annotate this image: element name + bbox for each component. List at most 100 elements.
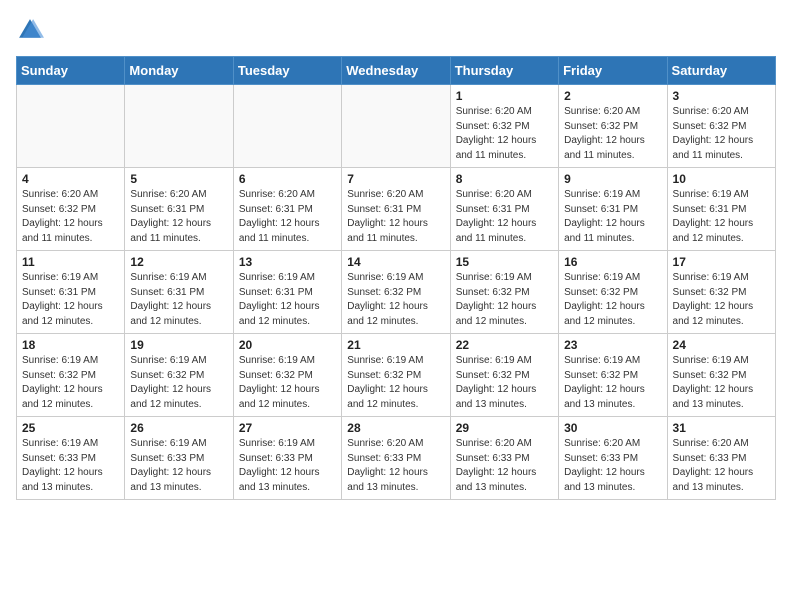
calendar-cell: 7 Sunrise: 6:20 AM Sunset: 6:31 PM Daylig…: [342, 168, 450, 251]
calendar-cell: 4 Sunrise: 6:20 AM Sunset: 6:32 PM Daylig…: [17, 168, 125, 251]
calendar-cell: 30 Sunrise: 6:20 AM Sunset: 6:33 PM Dayli…: [559, 417, 667, 500]
day-number: 18: [22, 338, 119, 352]
day-info: Sunrise: 6:19 AM Sunset: 6:31 PM Dayligh…: [130, 271, 227, 329]
calendar-week-row: 25 Sunrise: 6:19 AM Sunset: 6:33 PM Dayli…: [17, 417, 776, 500]
day-info: Sunrise: 6:19 AM Sunset: 6:32 PM Dayligh…: [564, 354, 661, 412]
day-info: Sunrise: 6:20 AM Sunset: 6:31 PM Dayligh…: [347, 188, 444, 246]
calendar-cell: 27Sunrise: 6:19 AM Sunset: 6:33 PM Dayli…: [233, 417, 341, 500]
calendar-cell: 12 Sunrise: 6:19 AM Sunset: 6:31 PM Dayli…: [125, 251, 233, 334]
page-header: [16, 16, 776, 44]
day-number: 15: [456, 255, 553, 269]
day-info: Sunrise: 6:19 AM Sunset: 6:32 PM Dayligh…: [22, 354, 119, 412]
calendar-cell: [233, 85, 341, 168]
calendar-cell: 16Sunrise: 6:19 AM Sunset: 6:32 PM Dayli…: [559, 251, 667, 334]
calendar-cell: 13Sunrise: 6:19 AM Sunset: 6:31 PM Dayli…: [233, 251, 341, 334]
day-number: 3: [673, 89, 770, 103]
day-number: 5: [130, 172, 227, 186]
calendar-week-row: 11 Sunrise: 6:19 AM Sunset: 6:31 PM Dayli…: [17, 251, 776, 334]
calendar-day-header: Wednesday: [342, 57, 450, 85]
day-number: 4: [22, 172, 119, 186]
day-number: 1: [456, 89, 553, 103]
day-info: Sunrise: 6:19 AM Sunset: 6:31 PM Dayligh…: [564, 188, 661, 246]
calendar-cell: 8 Sunrise: 6:20 AM Sunset: 6:31 PM Daylig…: [450, 168, 558, 251]
calendar-table: SundayMondayTuesdayWednesdayThursdayFrid…: [16, 56, 776, 500]
day-number: 26: [130, 421, 227, 435]
day-number: 31: [673, 421, 770, 435]
calendar-header-row: SundayMondayTuesdayWednesdayThursdayFrid…: [17, 57, 776, 85]
day-info: Sunrise: 6:20 AM Sunset: 6:32 PM Dayligh…: [673, 105, 770, 163]
day-info: Sunrise: 6:20 AM Sunset: 6:32 PM Dayligh…: [564, 105, 661, 163]
calendar-cell: [342, 85, 450, 168]
calendar-body: 1 Sunrise: 6:20 AM Sunset: 6:32 PM Daylig…: [17, 85, 776, 500]
calendar-cell: 11 Sunrise: 6:19 AM Sunset: 6:31 PM Dayli…: [17, 251, 125, 334]
calendar-cell: 9 Sunrise: 6:19 AM Sunset: 6:31 PM Daylig…: [559, 168, 667, 251]
calendar-cell: 28 Sunrise: 6:20 AM Sunset: 6:33 PM Dayli…: [342, 417, 450, 500]
day-info: Sunrise: 6:20 AM Sunset: 6:31 PM Dayligh…: [456, 188, 553, 246]
day-number: 29: [456, 421, 553, 435]
day-info: Sunrise: 6:19 AM Sunset: 6:32 PM Dayligh…: [456, 354, 553, 412]
calendar-cell: [125, 85, 233, 168]
day-number: 14: [347, 255, 444, 269]
day-info: Sunrise: 6:19 AM Sunset: 6:31 PM Dayligh…: [239, 271, 336, 329]
calendar-week-row: 1 Sunrise: 6:20 AM Sunset: 6:32 PM Daylig…: [17, 85, 776, 168]
day-info: Sunrise: 6:19 AM Sunset: 6:32 PM Dayligh…: [347, 271, 444, 329]
day-number: 20: [239, 338, 336, 352]
calendar-day-header: Tuesday: [233, 57, 341, 85]
calendar-day-header: Saturday: [667, 57, 775, 85]
day-info: Sunrise: 6:20 AM Sunset: 6:31 PM Dayligh…: [130, 188, 227, 246]
calendar-cell: 3 Sunrise: 6:20 AM Sunset: 6:32 PM Daylig…: [667, 85, 775, 168]
day-number: 8: [456, 172, 553, 186]
day-number: 27: [239, 421, 336, 435]
calendar-cell: 22 Sunrise: 6:19 AM Sunset: 6:32 PM Dayli…: [450, 334, 558, 417]
calendar-cell: 23 Sunrise: 6:19 AM Sunset: 6:32 PM Dayli…: [559, 334, 667, 417]
day-number: 28: [347, 421, 444, 435]
calendar-header: SundayMondayTuesdayWednesdayThursdayFrid…: [17, 57, 776, 85]
day-info: Sunrise: 6:20 AM Sunset: 6:33 PM Dayligh…: [347, 437, 444, 495]
day-info: Sunrise: 6:19 AM Sunset: 6:32 PM Dayligh…: [673, 271, 770, 329]
calendar-cell: 19Sunrise: 6:19 AM Sunset: 6:32 PM Dayli…: [125, 334, 233, 417]
calendar-cell: 14 Sunrise: 6:19 AM Sunset: 6:32 PM Dayli…: [342, 251, 450, 334]
calendar-cell: 25 Sunrise: 6:19 AM Sunset: 6:33 PM Dayli…: [17, 417, 125, 500]
calendar-cell: 21 Sunrise: 6:19 AM Sunset: 6:32 PM Dayli…: [342, 334, 450, 417]
calendar-cell: 24Sunrise: 6:19 AM Sunset: 6:32 PM Dayli…: [667, 334, 775, 417]
day-number: 2: [564, 89, 661, 103]
day-info: Sunrise: 6:19 AM Sunset: 6:32 PM Dayligh…: [239, 354, 336, 412]
day-number: 16: [564, 255, 661, 269]
day-info: Sunrise: 6:20 AM Sunset: 6:33 PM Dayligh…: [564, 437, 661, 495]
day-number: 9: [564, 172, 661, 186]
day-info: Sunrise: 6:19 AM Sunset: 6:32 PM Dayligh…: [130, 354, 227, 412]
day-info: Sunrise: 6:19 AM Sunset: 6:32 PM Dayligh…: [347, 354, 444, 412]
day-info: Sunrise: 6:19 AM Sunset: 6:32 PM Dayligh…: [456, 271, 553, 329]
calendar-cell: [17, 85, 125, 168]
day-info: Sunrise: 6:20 AM Sunset: 6:33 PM Dayligh…: [456, 437, 553, 495]
day-number: 25: [22, 421, 119, 435]
day-number: 12: [130, 255, 227, 269]
day-number: 24: [673, 338, 770, 352]
day-info: Sunrise: 6:20 AM Sunset: 6:33 PM Dayligh…: [673, 437, 770, 495]
day-number: 17: [673, 255, 770, 269]
day-number: 7: [347, 172, 444, 186]
day-info: Sunrise: 6:19 AM Sunset: 6:33 PM Dayligh…: [130, 437, 227, 495]
calendar-cell: 20 Sunrise: 6:19 AM Sunset: 6:32 PM Dayli…: [233, 334, 341, 417]
calendar-day-header: Sunday: [17, 57, 125, 85]
day-info: Sunrise: 6:19 AM Sunset: 6:31 PM Dayligh…: [22, 271, 119, 329]
day-number: 6: [239, 172, 336, 186]
calendar-cell: 15 Sunrise: 6:19 AM Sunset: 6:32 PM Dayli…: [450, 251, 558, 334]
day-info: Sunrise: 6:19 AM Sunset: 6:31 PM Dayligh…: [673, 188, 770, 246]
day-number: 23: [564, 338, 661, 352]
calendar-cell: 6Sunrise: 6:20 AM Sunset: 6:31 PM Daylig…: [233, 168, 341, 251]
calendar-cell: 10Sunrise: 6:19 AM Sunset: 6:31 PM Dayli…: [667, 168, 775, 251]
calendar-day-header: Thursday: [450, 57, 558, 85]
calendar-day-header: Monday: [125, 57, 233, 85]
day-info: Sunrise: 6:20 AM Sunset: 6:32 PM Dayligh…: [22, 188, 119, 246]
calendar-cell: 29 Sunrise: 6:20 AM Sunset: 6:33 PM Dayli…: [450, 417, 558, 500]
calendar-day-header: Friday: [559, 57, 667, 85]
day-number: 21: [347, 338, 444, 352]
day-number: 30: [564, 421, 661, 435]
day-info: Sunrise: 6:19 AM Sunset: 6:33 PM Dayligh…: [22, 437, 119, 495]
calendar-week-row: 4 Sunrise: 6:20 AM Sunset: 6:32 PM Daylig…: [17, 168, 776, 251]
day-info: Sunrise: 6:20 AM Sunset: 6:32 PM Dayligh…: [456, 105, 553, 163]
day-number: 11: [22, 255, 119, 269]
day-number: 22: [456, 338, 553, 352]
calendar-cell: 2 Sunrise: 6:20 AM Sunset: 6:32 PM Daylig…: [559, 85, 667, 168]
